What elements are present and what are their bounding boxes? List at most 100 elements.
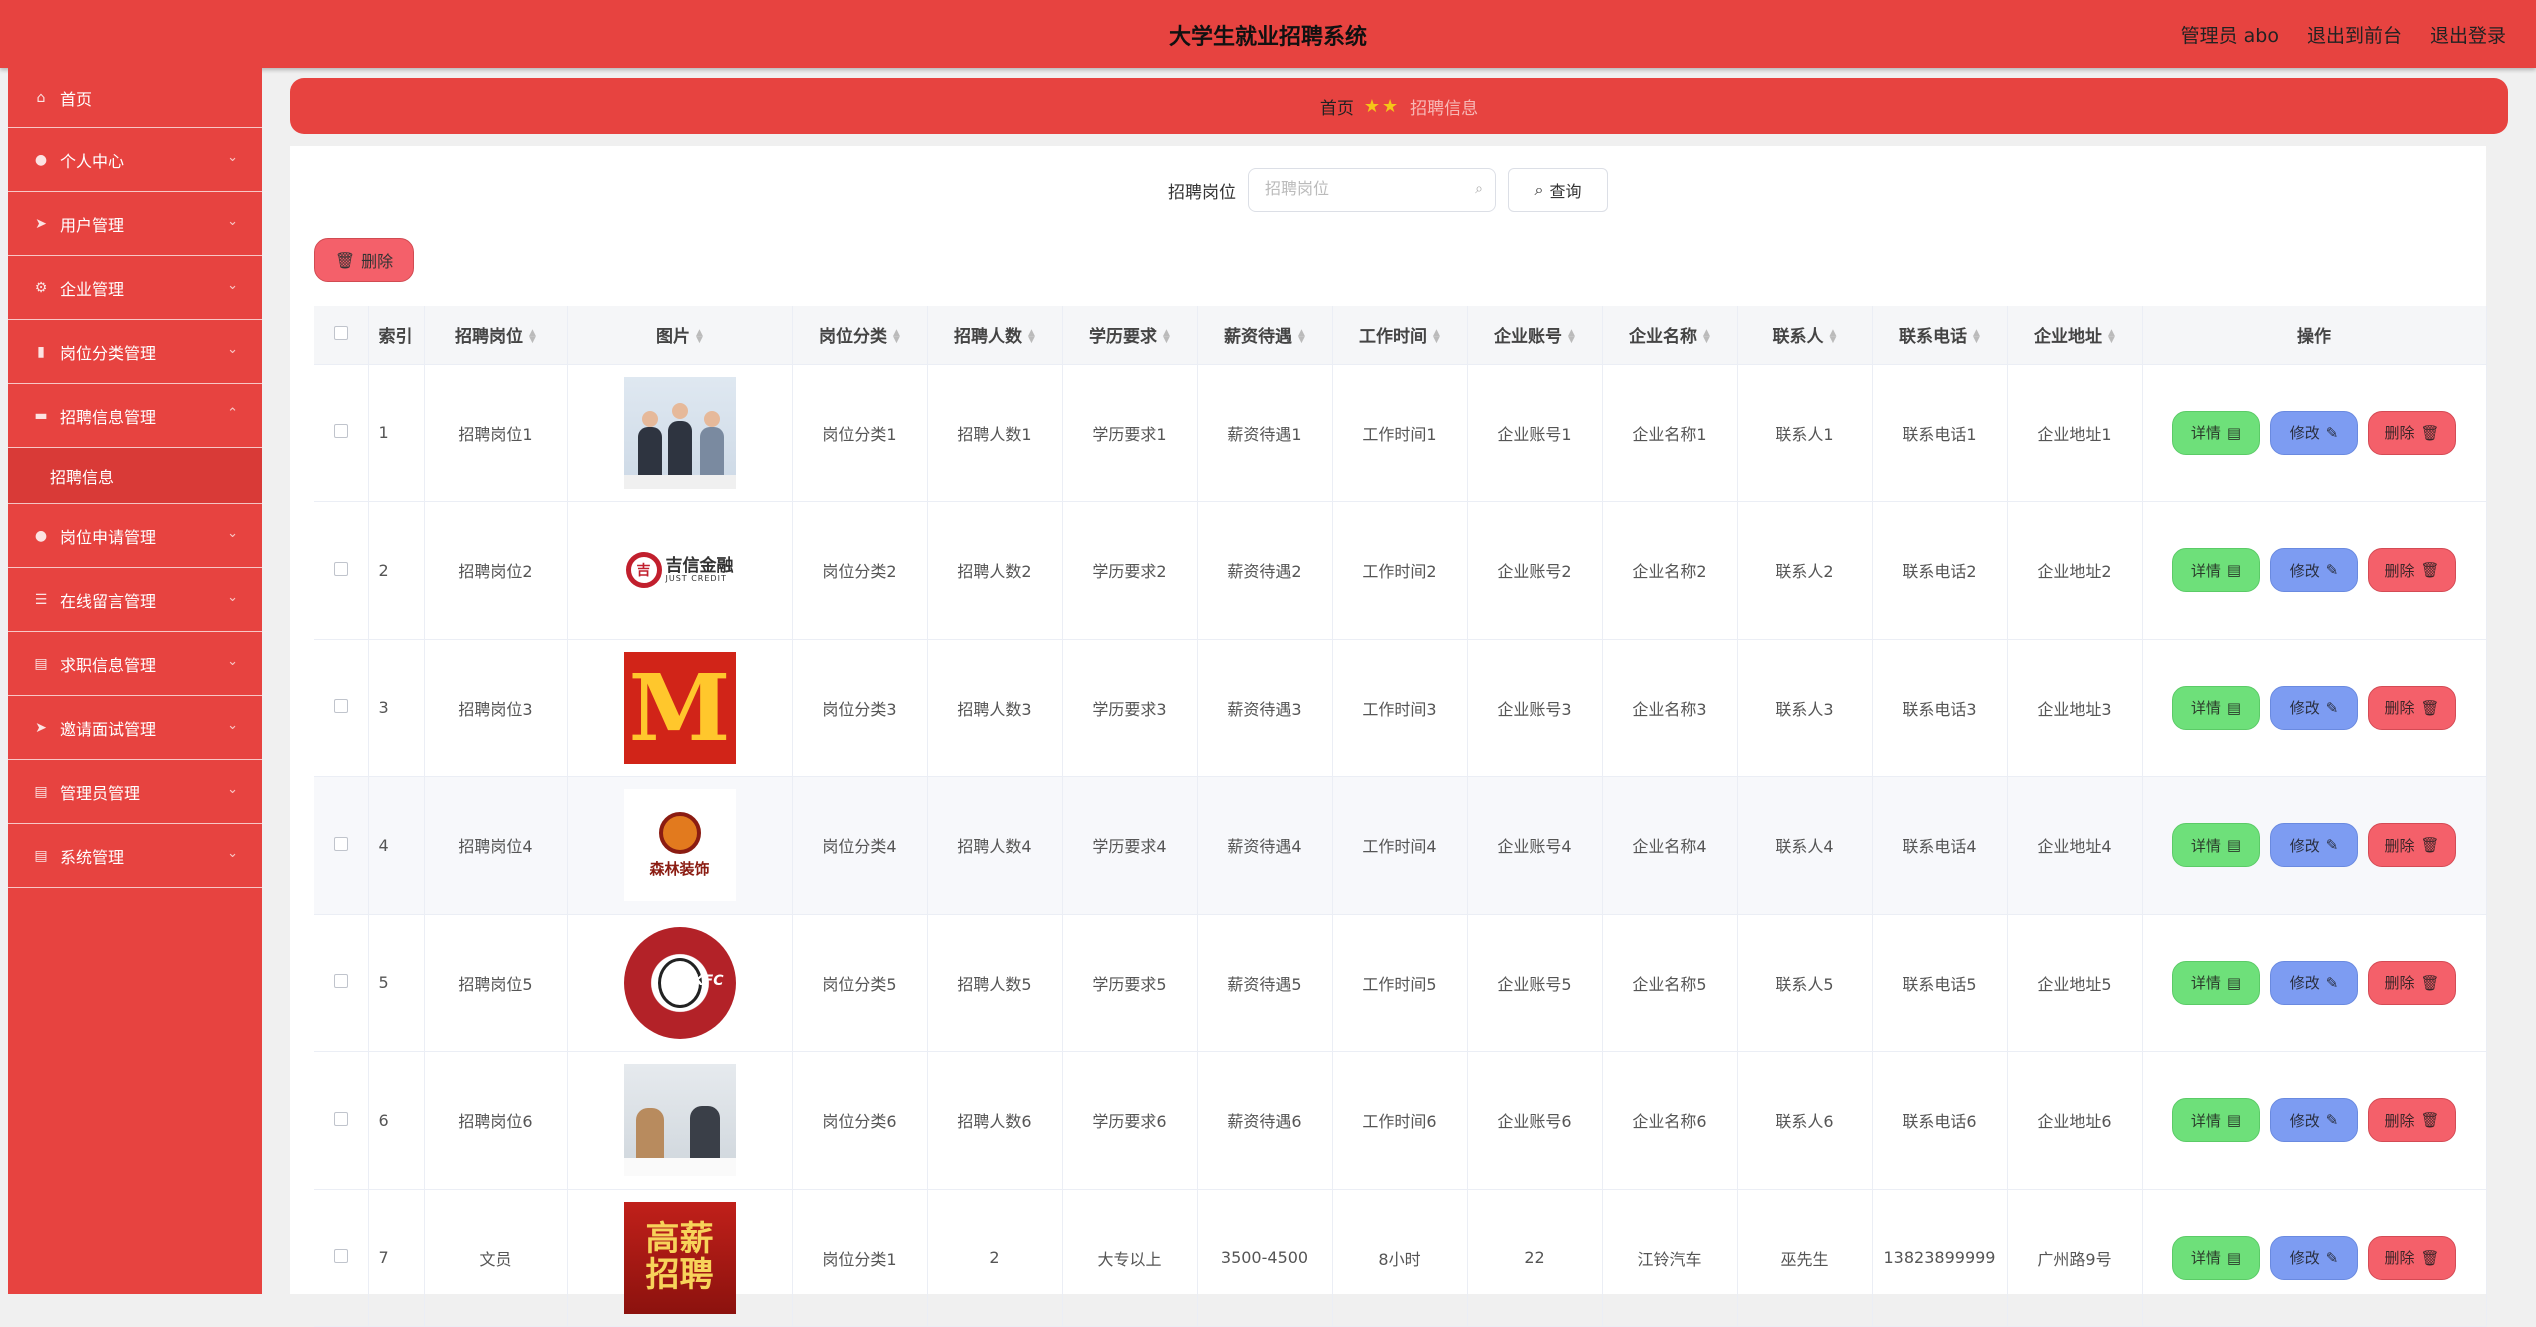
delete-button[interactable]: 删除 🗑 — [2368, 1235, 2456, 1280]
batch-delete-label: 删除 — [361, 252, 394, 271]
header-label: 薪资待遇 — [1224, 327, 1293, 348]
cell-salary: 薪资待遇6 — [1197, 1051, 1333, 1190]
row-checkbox[interactable] — [333, 1249, 348, 1264]
edit-button[interactable]: 修改 ✎ — [2270, 960, 2358, 1005]
jixin-cn: 吉信金融 — [665, 555, 734, 576]
mcdonalds-logo-icon: M — [628, 653, 731, 762]
cell-actions: 详情 ▤ 修改 ✎ 删除 🗑 — [2142, 1051, 2487, 1190]
edit-button[interactable]: 修改 ✎ — [2270, 548, 2358, 593]
delete-button[interactable]: 删除 🗑 — [2368, 960, 2456, 1005]
cell-image — [567, 1051, 793, 1190]
sidebar-item-recruit-mgmt[interactable]: ▬ 招聘信息管理 ⌃ — [8, 384, 262, 448]
sidebar-item-user-mgmt[interactable]: ➤ 用户管理 ⌄ — [8, 192, 262, 256]
row-checkbox-cell — [314, 364, 369, 502]
trash-icon: 🗑 — [334, 250, 356, 270]
cell-education: 学历要求5 — [1062, 914, 1198, 1052]
sidebar-subitem-recruit-info[interactable]: 招聘信息 — [8, 448, 262, 504]
sidebar-item-label: 系统管理 — [60, 847, 125, 867]
sidebar-item-message-mgmt[interactable]: ☰ 在线留言管理 ⌄ — [8, 568, 262, 632]
sidebar-item-jobseek-mgmt[interactable]: ▤ 求职信息管理 ⌄ — [8, 632, 262, 696]
table-row[interactable]: 6 招聘岗位6 岗位分类6 招聘人数6 学历要求6 薪资待遇6 工作时间6 企业账号6 企业名称… — [314, 1051, 2487, 1190]
header-account[interactable]: 企业账号 ▲ ▼ — [1467, 306, 1603, 365]
cell-category: 岗位分类1 — [792, 364, 928, 502]
row-checkbox[interactable] — [333, 1111, 348, 1126]
row-checkbox[interactable] — [333, 974, 348, 989]
delete-button[interactable]: 删除 🗑 — [2368, 823, 2456, 868]
header-count[interactable]: 招聘人数 ▲ ▼ — [927, 306, 1063, 365]
detail-button[interactable]: 详情 ▤ — [2172, 1098, 2260, 1143]
cell-count: 招聘人数3 — [927, 639, 1063, 777]
header-phone[interactable]: 联系电话 ▲ ▼ — [1872, 306, 2008, 365]
table-row[interactable]: 3 招聘岗位3 M 岗位分类3 招聘人数3 学历要求3 薪资待遇3 工作时间3 企业账号3 企业名… — [314, 639, 2487, 777]
exit-front-link[interactable]: 退出到前台 — [2307, 21, 2402, 48]
table-row[interactable]: 5 招聘岗位5 KFC 岗位分类5 招聘人数5 学历要求5 薪资待遇5 工作时间5 企业账号5 企… — [314, 914, 2487, 1052]
search-input-wrap: ⌕ — [1248, 168, 1496, 212]
table-row[interactable]: 2 招聘岗位2 吉吉信金融 JUST CREDIT 岗位分类2 招聘人数2 学历要求2 薪资待… — [314, 501, 2487, 640]
header-contact[interactable]: 联系人 ▲ ▼ — [1737, 306, 1873, 365]
edit-button[interactable]: 修改 ✎ — [2270, 410, 2358, 455]
sidebar-item-interview-mgmt[interactable]: ➤ 邀请面试管理 ⌄ — [8, 696, 262, 760]
sidebar-subitem-label: 招聘信息 — [50, 467, 115, 487]
edit-button[interactable]: 修改 ✎ — [2270, 685, 2358, 730]
header-address[interactable]: 企业地址 ▲ ▼ — [2007, 306, 2143, 365]
pencil-icon: ✎ — [2325, 1111, 2339, 1130]
send-icon: ➤ — [35, 215, 47, 232]
header-company[interactable]: 企业名称 ▲ ▼ — [1602, 306, 1738, 365]
header-label: 招聘岗位 — [455, 327, 524, 348]
delete-button[interactable]: 删除 🗑 — [2368, 410, 2456, 455]
table-row[interactable]: 4 招聘岗位4 森林装饰 岗位分类4 招聘人数4 学历要求4 薪资待遇4 工作时间4 企业账号4… — [314, 776, 2487, 915]
detail-button[interactable]: 详情 ▤ — [2172, 823, 2260, 868]
row-checkbox[interactable] — [333, 561, 348, 576]
cell-salary: 薪资待遇3 — [1197, 639, 1333, 777]
breadcrumb-home[interactable]: 首页 — [1320, 94, 1354, 119]
detail-button[interactable]: 详情 ▤ — [2172, 410, 2260, 455]
cell-worktime: 工作时间6 — [1332, 1051, 1468, 1190]
edit-button[interactable]: 修改 ✎ — [2270, 823, 2358, 868]
search-input[interactable] — [1249, 169, 1495, 211]
sort-icon: ▲ ▼ — [1433, 328, 1440, 346]
pencil-icon: ✎ — [2325, 698, 2339, 717]
header-position[interactable]: 招聘岗位 ▲ ▼ — [424, 306, 568, 365]
select-all-checkbox[interactable] — [333, 325, 348, 340]
edit-button[interactable]: 修改 ✎ — [2270, 1235, 2358, 1280]
sidebar-item-system-mgmt[interactable]: ▤ 系统管理 ⌄ — [8, 824, 262, 888]
row-checkbox[interactable] — [333, 424, 348, 439]
cell-count: 招聘人数6 — [927, 1051, 1063, 1190]
sidebar-item-personal-center[interactable]: ● 个人中心 ⌄ — [8, 128, 262, 192]
sort-icon: ▲ ▼ — [1163, 328, 1170, 346]
sidebar-item-apply-mgmt[interactable]: ● 岗位申请管理 ⌄ — [8, 504, 262, 568]
document-icon: ▤ — [2226, 973, 2242, 992]
detail-button[interactable]: 详情 ▤ — [2172, 960, 2260, 1005]
chevron-down-icon: ⌄ — [227, 654, 238, 669]
delete-button[interactable]: 删除 🗑 — [2368, 548, 2456, 593]
user-icon: ● — [34, 151, 48, 168]
sidebar-item-company-mgmt[interactable]: ⚙ 企业管理 ⌄ — [8, 256, 262, 320]
sort-icon: ▲ ▼ — [1829, 328, 1837, 346]
detail-button[interactable]: 详情 ▤ — [2172, 548, 2260, 593]
sidebar-item-admin-mgmt[interactable]: ▤ 管理员管理 ⌄ — [8, 760, 262, 824]
delete-button[interactable]: 删除 🗑 — [2368, 1098, 2456, 1143]
row-checkbox[interactable] — [333, 836, 348, 851]
header-worktime[interactable]: 工作时间 ▲ ▼ — [1332, 306, 1468, 365]
person-head — [641, 410, 658, 427]
batch-delete-button[interactable]: 🗑 删除 — [314, 238, 414, 282]
sidebar-item-category-mgmt[interactable]: ▮ 岗位分类管理 ⌄ — [8, 320, 262, 384]
edit-button[interactable]: 修改 ✎ — [2270, 1098, 2358, 1143]
logout-link[interactable]: 退出登录 — [2430, 21, 2506, 48]
header-image[interactable]: 图片 ▲ ▼ — [567, 306, 793, 365]
row-checkbox[interactable] — [333, 699, 348, 714]
sidebar: ⌂ 首页 ● 个人中心 ⌄ ➤ 用户管理 ⌄ ⚙ 企业管理 ⌄ ▮ 岗位分类管理… — [8, 68, 262, 1294]
query-button[interactable]: ⌕ 查询 — [1508, 168, 1608, 212]
sidebar-item-home[interactable]: ⌂ 首页 — [8, 68, 262, 128]
detail-button[interactable]: 详情 ▤ — [2172, 685, 2260, 730]
job-image — [623, 376, 736, 489]
header-education[interactable]: 学历要求 ▲ ▼ — [1062, 306, 1198, 365]
delete-button[interactable]: 删除 🗑 — [2368, 685, 2456, 730]
table-row[interactable]: 1 招聘岗位1 岗位分类1 招聘人数1 学历要求1 薪资待遇1 工作时间1 企业账号1 企业名称… — [314, 364, 2487, 502]
header-category[interactable]: 岗位分类 ▲ ▼ — [792, 306, 928, 365]
table-row[interactable]: 7 文员 高薪 招聘 岗位分类1 2 大专以上 3500-4500 8小时 22 江铃汽车 巫先生 13… — [314, 1189, 2487, 1327]
detail-button[interactable]: 详情 ▤ — [2172, 1235, 2260, 1280]
cell-education: 学历要求3 — [1062, 639, 1198, 777]
header-salary[interactable]: 薪资待遇 ▲ ▼ — [1197, 306, 1333, 365]
cell-count: 招聘人数4 — [927, 776, 1063, 915]
